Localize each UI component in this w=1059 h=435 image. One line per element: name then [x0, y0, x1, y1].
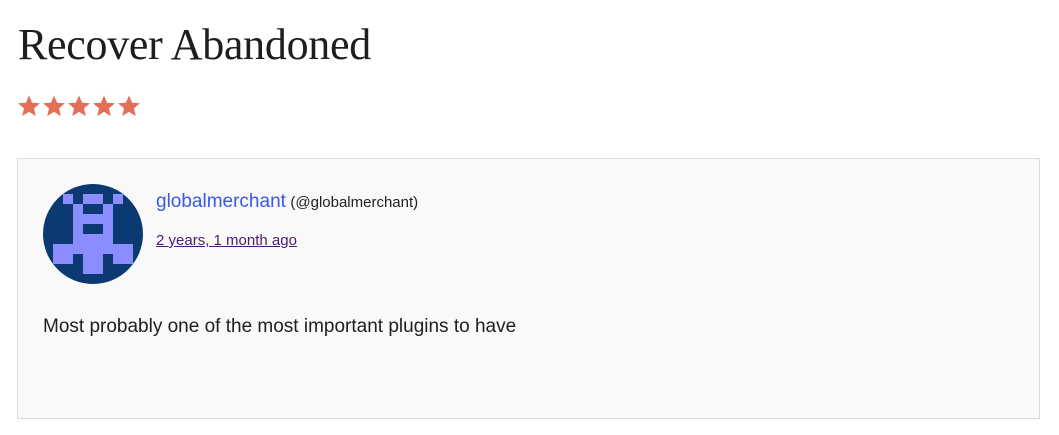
author-line: globalmerchant (@globalmerchant) [156, 191, 418, 213]
author-name-link[interactable]: globalmerchant [156, 191, 286, 212]
star-icon [43, 95, 65, 116]
star-icon [118, 95, 140, 116]
star-icon [18, 95, 40, 116]
review-body: Most probably one of the most important … [43, 316, 517, 337]
avatar[interactable] [43, 184, 143, 284]
star-icon [93, 95, 115, 116]
author-handle: (@globalmerchant) [290, 194, 419, 211]
pixel-avatar-icon [43, 184, 143, 284]
review-card: globalmerchant (@globalmerchant) 2 years… [17, 158, 1040, 419]
star-rating [17, 94, 141, 118]
review-title: Recover Abandoned [18, 20, 371, 69]
star-icon [68, 95, 90, 116]
review-date-link[interactable]: 2 years, 1 month ago [156, 232, 297, 249]
